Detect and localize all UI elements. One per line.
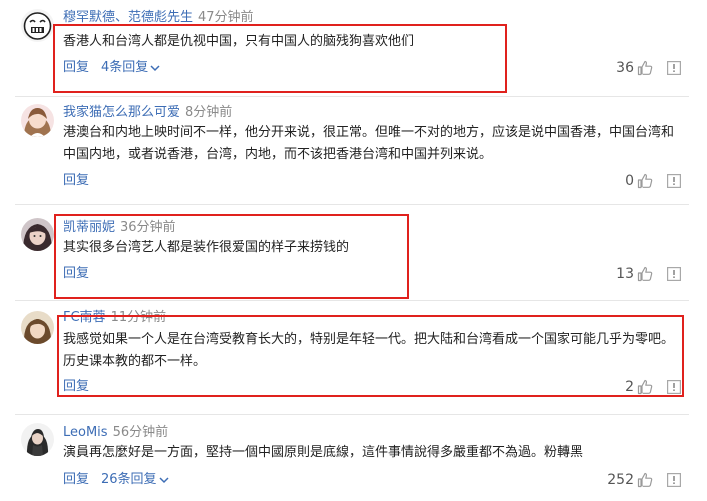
comment-item: 凯蒂丽妮 36分钟前 其实很多台湾艺人都是装作很爱国的样子来捞钱的 回复 13 [0, 205, 707, 300]
username-link[interactable]: FC南蓉 [63, 310, 106, 325]
comment-text: 演員再怎麼好是一方面，堅持一個中國原則是底線，這件事情說得多嚴重都不為過。粉轉黑 [63, 445, 584, 460]
reply-button[interactable]: 回复 [63, 472, 89, 487]
replies-count-label: 26条回复 [101, 472, 157, 487]
chevron-down-icon [150, 64, 160, 71]
timestamp: 36分钟前 [120, 220, 176, 235]
username-link[interactable]: 凯蒂丽妮 [63, 220, 115, 235]
report-icon[interactable] [667, 473, 681, 487]
thumbs-up-icon[interactable] [637, 379, 653, 395]
avatar[interactable] [21, 9, 54, 42]
thumbs-up-icon[interactable] [637, 472, 653, 488]
comment-actions: 回复 4条回复 [63, 60, 160, 76]
comment-meta: 穆罕默德、范德彪先生 47分钟前 [63, 10, 254, 26]
chevron-down-icon [159, 476, 169, 483]
avatar[interactable] [21, 104, 54, 137]
comment-tools: 36 [616, 59, 681, 77]
comment-item: LeoMis 56分钟前 演員再怎麼好是一方面，堅持一個中國原則是底線，這件事情說… [0, 415, 707, 501]
comment-item: 我家猫怎么那么可爱 8分钟前 港澳台和内地上映时间不一样，他分开来说，很正常。但唯… [0, 97, 707, 204]
report-icon[interactable] [667, 267, 681, 281]
timestamp: 56分钟前 [112, 425, 169, 440]
view-replies-link[interactable]: 26条回复 [101, 472, 169, 487]
comment-meta: LeoMis 56分钟前 [63, 425, 168, 441]
replies-count-label: 4条回复 [101, 60, 149, 75]
like-count: 13 [616, 266, 634, 282]
comment-actions: 回复 [63, 266, 89, 282]
like-count: 36 [616, 60, 634, 76]
timestamp: 47分钟前 [198, 10, 254, 25]
reply-button[interactable]: 回复 [63, 266, 89, 281]
like-count: 0 [625, 173, 634, 189]
thumbs-up-icon[interactable] [637, 60, 653, 76]
avatar[interactable] [21, 311, 54, 344]
reply-button[interactable]: 回复 [63, 60, 89, 75]
comment-meta: 凯蒂丽妮 36分钟前 [63, 220, 176, 236]
comment-actions: 回复 [63, 379, 89, 395]
comment-text: 港澳台和内地上映时间不一样，他分开来说，很正常。但唯一不对的地方，应该是说中国香… [63, 125, 675, 162]
comment-meta: FC南蓉 11分钟前 [63, 310, 166, 326]
comment-meta: 我家猫怎么那么可爱 8分钟前 [63, 105, 232, 121]
view-replies-link[interactable]: 4条回复 [101, 60, 160, 75]
comment-item: FC南蓉 11分钟前 我感觉如果一个人是在台湾受教育长大的，特别是年轻一代。把大陆… [0, 301, 707, 415]
like-count: 252 [607, 472, 634, 488]
comment-actions: 回复 [63, 173, 89, 189]
timestamp: 11分钟前 [110, 310, 167, 325]
report-icon[interactable] [667, 61, 681, 75]
avatar[interactable] [21, 423, 54, 456]
username-link[interactable]: 穆罕默德、范德彪先生 [63, 10, 193, 25]
comment-tools: 2 [625, 378, 681, 396]
username-link[interactable]: LeoMis [63, 425, 108, 440]
thumbs-up-icon[interactable] [637, 266, 653, 282]
report-icon[interactable] [667, 174, 681, 188]
comment-tools: 0 [625, 172, 681, 190]
reply-button[interactable]: 回复 [63, 379, 89, 394]
report-icon[interactable] [667, 380, 681, 394]
like-count: 2 [625, 379, 634, 395]
comment-text: 我感觉如果一个人是在台湾受教育长大的，特别是年轻一代。把大陆和台湾看成一个国家可… [63, 332, 675, 369]
comment-tools: 13 [616, 265, 681, 283]
thumbs-up-icon[interactable] [637, 173, 653, 189]
reply-button[interactable]: 回复 [63, 173, 89, 188]
comment-tools: 252 [607, 471, 681, 489]
comment-actions: 回复 26条回复 [63, 472, 169, 488]
timestamp: 8分钟前 [185, 105, 233, 120]
username-link[interactable]: 我家猫怎么那么可爱 [63, 105, 180, 120]
comment-item: 穆罕默德、范德彪先生 47分钟前 香港人和台湾人都是仇视中国，只有中国人的脑残狗喜… [0, 0, 707, 97]
avatar[interactable] [21, 218, 54, 251]
comment-text: 其实很多台湾艺人都是装作很爱国的样子来捞钱的 [63, 240, 350, 255]
comment-text: 香港人和台湾人都是仇视中国，只有中国人的脑残狗喜欢他们 [63, 34, 415, 49]
